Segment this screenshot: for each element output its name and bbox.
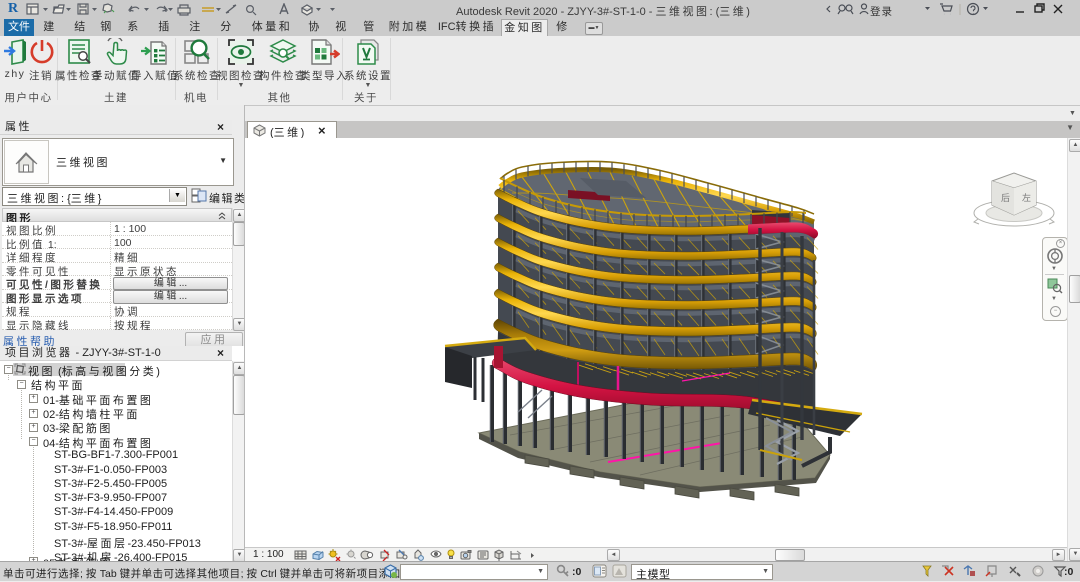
svg-text:左: 左: [1022, 192, 1031, 203]
svg-text:后: 后: [1001, 193, 1010, 203]
